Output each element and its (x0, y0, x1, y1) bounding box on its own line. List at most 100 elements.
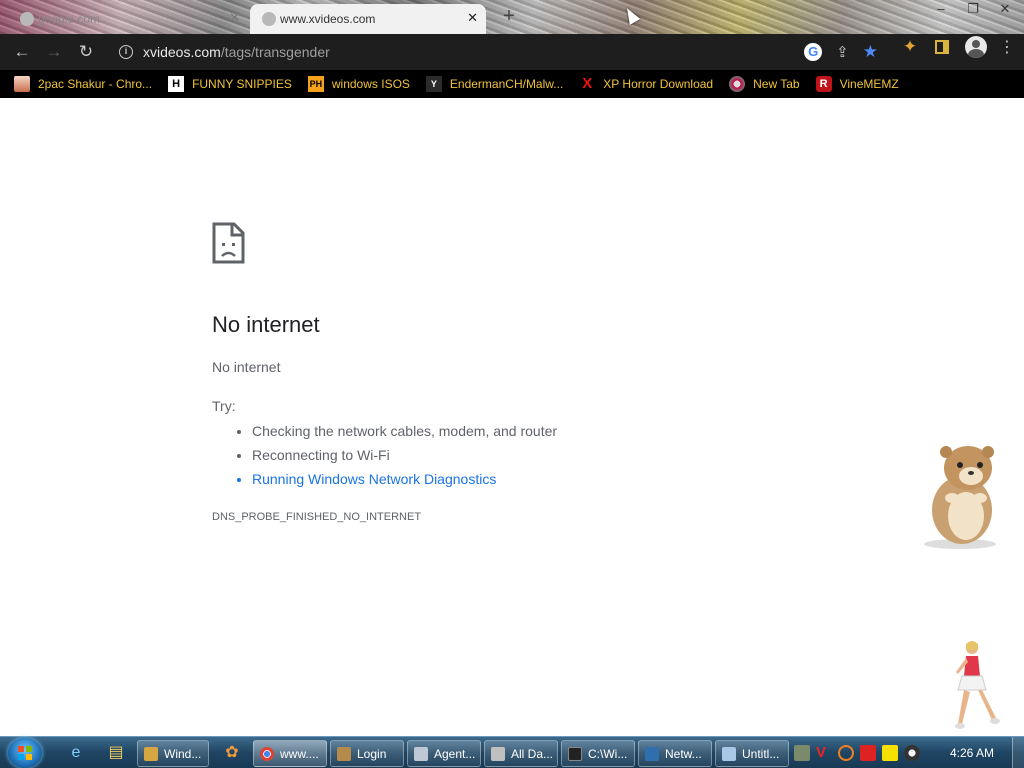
url-path: /tags/transgender (220, 44, 330, 60)
suggestion-list: Checking the network cables, modem, and … (252, 421, 557, 493)
tray-v-icon[interactable]: V (816, 745, 832, 761)
chrome-icon (260, 746, 274, 761)
media-player-icon (144, 746, 158, 761)
taskbar-button-all-data[interactable]: All Da... (484, 740, 558, 767)
taskbar-button-network[interactable]: Netw... (638, 740, 712, 767)
dancing-hamster-icon (924, 446, 996, 549)
google-favicon-icon (20, 12, 34, 26)
show-desktop-button[interactable] (1012, 737, 1024, 768)
bookmark-funny-snippies[interactable]: H FUNNY SNIPPIES (168, 76, 292, 92)
taskbar-label: Wind... (164, 746, 202, 761)
bookmark-label: VineMEMZ (839, 77, 899, 91)
network-icon (645, 746, 659, 761)
start-button[interactable] (8, 738, 42, 768)
taskbar-clock[interactable]: 4:26 AM (950, 746, 994, 760)
dancing-girl-icon (955, 641, 1000, 729)
taskbar-button-login[interactable]: Login (330, 740, 404, 767)
taskbar-label: Untitl... (742, 746, 780, 761)
app-launcher-icon[interactable]: ✿ (222, 743, 242, 763)
error-code: DNS_PROBE_FINISHED_NO_INTERNET (212, 511, 422, 523)
url-text[interactable]: xvideos.com/tags/transgender (143, 44, 330, 60)
browser-toolbar: ← → ↻ i xvideos.com/tags/transgender G ⇪… (0, 34, 1024, 70)
bookmark-label: XP Horror Download (603, 77, 714, 91)
back-button[interactable]: ← (6, 36, 38, 68)
x-icon: X (582, 75, 593, 92)
share-icon[interactable]: ⇪ (836, 43, 849, 61)
omnibox-actions: G ⇪ ★ (804, 42, 878, 62)
tab-xvideos[interactable]: www.xvideos.com ✕ (250, 4, 486, 34)
tray-search-icon[interactable] (838, 745, 854, 761)
tab-title: google.com (38, 12, 101, 26)
bookmark-2pac[interactable]: 2pac Shakur - Chro... (14, 76, 152, 92)
tupac-icon (14, 76, 30, 92)
taskbar-button-chrome[interactable]: www.... (253, 740, 327, 767)
taskbar-button-windows[interactable]: Wind... (137, 740, 209, 767)
bookmark-label: FUNNY SNIPPIES (192, 77, 292, 91)
new-tab-button[interactable]: + (498, 6, 520, 28)
maximize-button[interactable]: ❐ (962, 0, 984, 18)
toolbar-right: ✦ ⋮ (896, 36, 1018, 58)
close-window-button[interactable]: ✕ (994, 0, 1016, 18)
browser-tab-strip: google.com ✕ www.xvideos.com ✕ + – ❐ ✕ (0, 0, 1024, 34)
taskbar-label: All Da... (511, 746, 554, 761)
profile-avatar-icon[interactable] (965, 36, 987, 58)
loading-favicon-icon (262, 12, 276, 26)
h-icon: H (168, 76, 185, 92)
bookmark-vinememz[interactable]: R VineMEMZ (815, 76, 899, 92)
login-icon (337, 746, 351, 761)
file-explorer-icon[interactable]: ▤ (106, 743, 126, 763)
close-tab-icon[interactable]: ✕ (229, 10, 240, 26)
site-info-icon[interactable]: i (119, 45, 133, 59)
bookmarks-bar: 2pac Shakur - Chro... H FUNNY SNIPPIES P… (0, 70, 1024, 98)
address-bar[interactable]: i xvideos.com/tags/transgender G ⇪ ★ (108, 38, 886, 66)
newtab-icon (729, 76, 746, 92)
bookmark-new-tab[interactable]: New Tab (729, 76, 800, 92)
bookmark-xp-horror[interactable]: X XP Horror Download (579, 76, 713, 92)
mouse-cursor-icon (621, 5, 641, 25)
taskbar-label: Login (357, 746, 387, 761)
taskbar-button-cmd[interactable]: C:\Wi... (561, 740, 635, 767)
bookmark-label: New Tab (753, 77, 800, 91)
internet-explorer-icon[interactable]: e (66, 743, 86, 763)
forward-button[interactable]: → (38, 36, 70, 68)
bookmark-label: 2pac Shakur - Chro... (38, 77, 153, 91)
ph-icon: PH (307, 76, 324, 92)
command-prompt-icon (568, 746, 582, 761)
agent-window-icon (414, 746, 428, 761)
bookmark-windows-isos[interactable]: PH windows ISOS (307, 76, 410, 92)
r-icon: R (815, 76, 832, 92)
sad-document-icon (212, 222, 245, 264)
flag-icon[interactable] (860, 745, 876, 761)
window-controls: – ❐ ✕ (930, 0, 1016, 18)
taskbar-label: C:\Wi... (588, 746, 628, 761)
taskbar-button-agent[interactable]: Agent... (407, 740, 481, 767)
taskbar-button-notepad[interactable]: Untitl... (715, 740, 789, 767)
close-tab-icon[interactable]: ✕ (467, 10, 478, 26)
reload-button[interactable]: ↻ (70, 36, 102, 68)
suggestion-item: Reconnecting to Wi-Fi (252, 445, 557, 469)
url-domain: xvideos.com (143, 44, 221, 60)
window-icon (491, 746, 505, 761)
error-page: No internet No internet Try: Checking th… (0, 98, 1024, 736)
tab-google[interactable]: google.com ✕ (8, 4, 248, 34)
yt-icon: Y (425, 76, 442, 92)
bookmark-label: EndermanCH/Malw... (449, 77, 564, 91)
bookmark-star-icon[interactable]: ★ (863, 42, 878, 62)
network-diagnostics-link[interactable]: Running Windows Network Diagnostics (252, 469, 557, 493)
chrome-menu-icon[interactable]: ⋮ (996, 37, 1018, 57)
taskbar-label: Netw... (665, 746, 702, 761)
volume-icon[interactable] (904, 745, 920, 761)
tab-title: www.xvideos.com (280, 12, 376, 26)
suggestion-item: Checking the network cables, modem, and … (252, 421, 557, 445)
side-panel-icon[interactable] (935, 40, 949, 54)
bookmark-endermanch[interactable]: Y EndermanCH/Malw... (425, 76, 564, 92)
minimize-button[interactable]: – (930, 0, 952, 18)
google-lens-icon[interactable]: G (804, 43, 823, 61)
tray-app-icon[interactable] (794, 745, 810, 761)
taskbar-label: Agent... (434, 746, 476, 761)
try-label: Try: (212, 398, 236, 414)
system-tray: V (794, 745, 920, 761)
extensions-puzzle-icon[interactable]: ✦ (896, 37, 924, 57)
error-subtitle: No internet (212, 359, 281, 375)
notification-icon[interactable] (882, 745, 898, 761)
